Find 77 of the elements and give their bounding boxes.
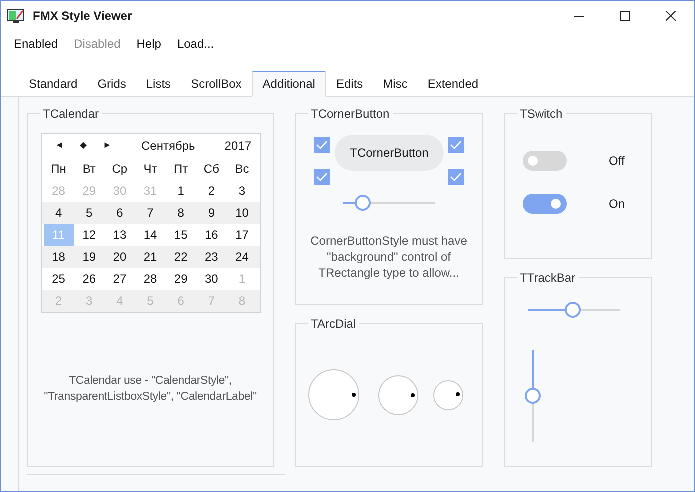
calendar-day[interactable]: 2 bbox=[196, 180, 227, 202]
calendar-day[interactable]: 25 bbox=[44, 268, 74, 290]
nav-button[interactable]: ◄ bbox=[48, 139, 72, 153]
app-icon bbox=[7, 8, 25, 24]
tab[interactable]: Edits bbox=[326, 72, 374, 96]
calendar-day[interactable]: 28 bbox=[135, 268, 166, 290]
year-label: 2017 bbox=[224, 138, 252, 155]
calendar-day[interactable]: 14 bbox=[135, 224, 166, 246]
tab[interactable]: Misc bbox=[373, 72, 418, 96]
calendar-day[interactable]: 16 bbox=[196, 224, 227, 246]
calendar-day[interactable]: 6 bbox=[104, 202, 136, 224]
calendar-day[interactable]: 9 bbox=[196, 202, 227, 224]
calendar-day[interactable]: 10 bbox=[226, 202, 258, 224]
calendar-day[interactable]: 1 bbox=[166, 180, 196, 202]
nav-button[interactable]: ◆ bbox=[72, 139, 96, 153]
calendar-day[interactable]: 23 bbox=[196, 246, 227, 268]
calendar-day[interactable]: 7 bbox=[135, 202, 166, 224]
calendar-day[interactable]: 29 bbox=[166, 268, 196, 290]
calendar-day[interactable]: 8 bbox=[166, 202, 196, 224]
calendar-day[interactable]: 17 bbox=[226, 224, 258, 246]
checkbox[interactable] bbox=[448, 137, 464, 153]
nav-button[interactable]: ► bbox=[96, 139, 120, 153]
vertical-trackbar[interactable] bbox=[525, 350, 541, 442]
corner-button-note: CornerButtonStyle must have "background" control of TRectangle type to allow... bbox=[310, 233, 468, 281]
menu-item[interactable]: Load... bbox=[169, 35, 222, 53]
month-label: Сентябрь bbox=[142, 138, 196, 155]
weekday-label: Пн bbox=[50, 161, 68, 178]
tab[interactable]: Standard bbox=[19, 72, 88, 96]
checkbox[interactable] bbox=[314, 169, 330, 185]
slider-thumb[interactable] bbox=[525, 388, 541, 404]
checkbox[interactable] bbox=[448, 169, 464, 185]
calendar-day[interactable]: 19 bbox=[74, 246, 105, 268]
corner-button[interactable]: TCornerButton bbox=[335, 135, 444, 171]
arc-dial[interactable] bbox=[433, 380, 464, 410]
calendar-day[interactable]: 27 bbox=[104, 268, 136, 290]
weekday-label: Ср bbox=[111, 161, 129, 178]
tab[interactable]: Grids bbox=[88, 72, 136, 96]
menu-item[interactable]: Enabled bbox=[6, 35, 66, 53]
calendar-day[interactable]: 15 bbox=[166, 224, 196, 246]
toggle-switch[interactable] bbox=[523, 194, 567, 214]
calendar-day[interactable]: 18 bbox=[44, 246, 74, 268]
weekday-label: Вс bbox=[234, 161, 250, 178]
slider-thumb[interactable] bbox=[355, 195, 372, 211]
calendar-day[interactable]: 24 bbox=[226, 246, 258, 268]
arc-dial[interactable] bbox=[378, 374, 419, 416]
weekday-label: Чт bbox=[142, 161, 158, 178]
calendar-day[interactable]: 13 bbox=[104, 224, 136, 246]
switch-label: Off bbox=[609, 153, 625, 170]
toggle-switch[interactable] bbox=[523, 151, 567, 171]
calendar-day[interactable]: 20 bbox=[104, 246, 136, 268]
weekday-label: Вт bbox=[82, 161, 97, 178]
weekday-label: Сб bbox=[202, 161, 220, 178]
window-title: FMX Style Viewer bbox=[33, 8, 132, 25]
calendar-day[interactable]: 4 bbox=[44, 202, 74, 224]
tab[interactable]: ScrollBox bbox=[181, 72, 252, 96]
calendar-day[interactable]: 30 bbox=[196, 268, 227, 290]
switch-label: On bbox=[609, 196, 626, 213]
calendar-day[interactable]: 12 bbox=[74, 224, 105, 246]
arc-dial[interactable] bbox=[308, 369, 360, 421]
calendar-day[interactable]: 5 bbox=[74, 202, 105, 224]
calendar-day[interactable]: 22 bbox=[166, 246, 196, 268]
tab[interactable]: Additional bbox=[252, 71, 326, 97]
weekday-label: Пт bbox=[173, 161, 190, 178]
calendar-day[interactable]: 3 bbox=[226, 180, 258, 202]
calendar[interactable]: ◄ ◆ ► Сентябрь 2017 Пн Вт Ср Чт Пт Сб Вс 28 29 30 31 1 2 3 4 5 6 7 8 9 10 11 12 13 14 15 16 17 18 19 20 21 22 23 24 25 26 27 28 29 30 1 2 3 4 5 6 7 8 bbox=[40, 133, 260, 313]
calendar-day[interactable]: 21 bbox=[135, 246, 166, 268]
close-icon bbox=[666, 11, 676, 21]
tab[interactable]: Extended bbox=[418, 72, 489, 96]
horizontal-trackbar[interactable] bbox=[528, 302, 620, 318]
slider-thumb[interactable] bbox=[565, 302, 582, 318]
calendar-day[interactable]: 26 bbox=[74, 268, 105, 290]
slider[interactable] bbox=[343, 195, 435, 211]
checkbox[interactable] bbox=[314, 137, 330, 153]
menu-item[interactable]: Help bbox=[128, 35, 170, 53]
tab[interactable]: Lists bbox=[136, 72, 182, 96]
maximize-icon bbox=[620, 11, 630, 21]
calendar-note: TCalendar use - "CalendarStyle", "TransparentListboxStyle", "CalendarLabel" bbox=[43, 374, 258, 405]
